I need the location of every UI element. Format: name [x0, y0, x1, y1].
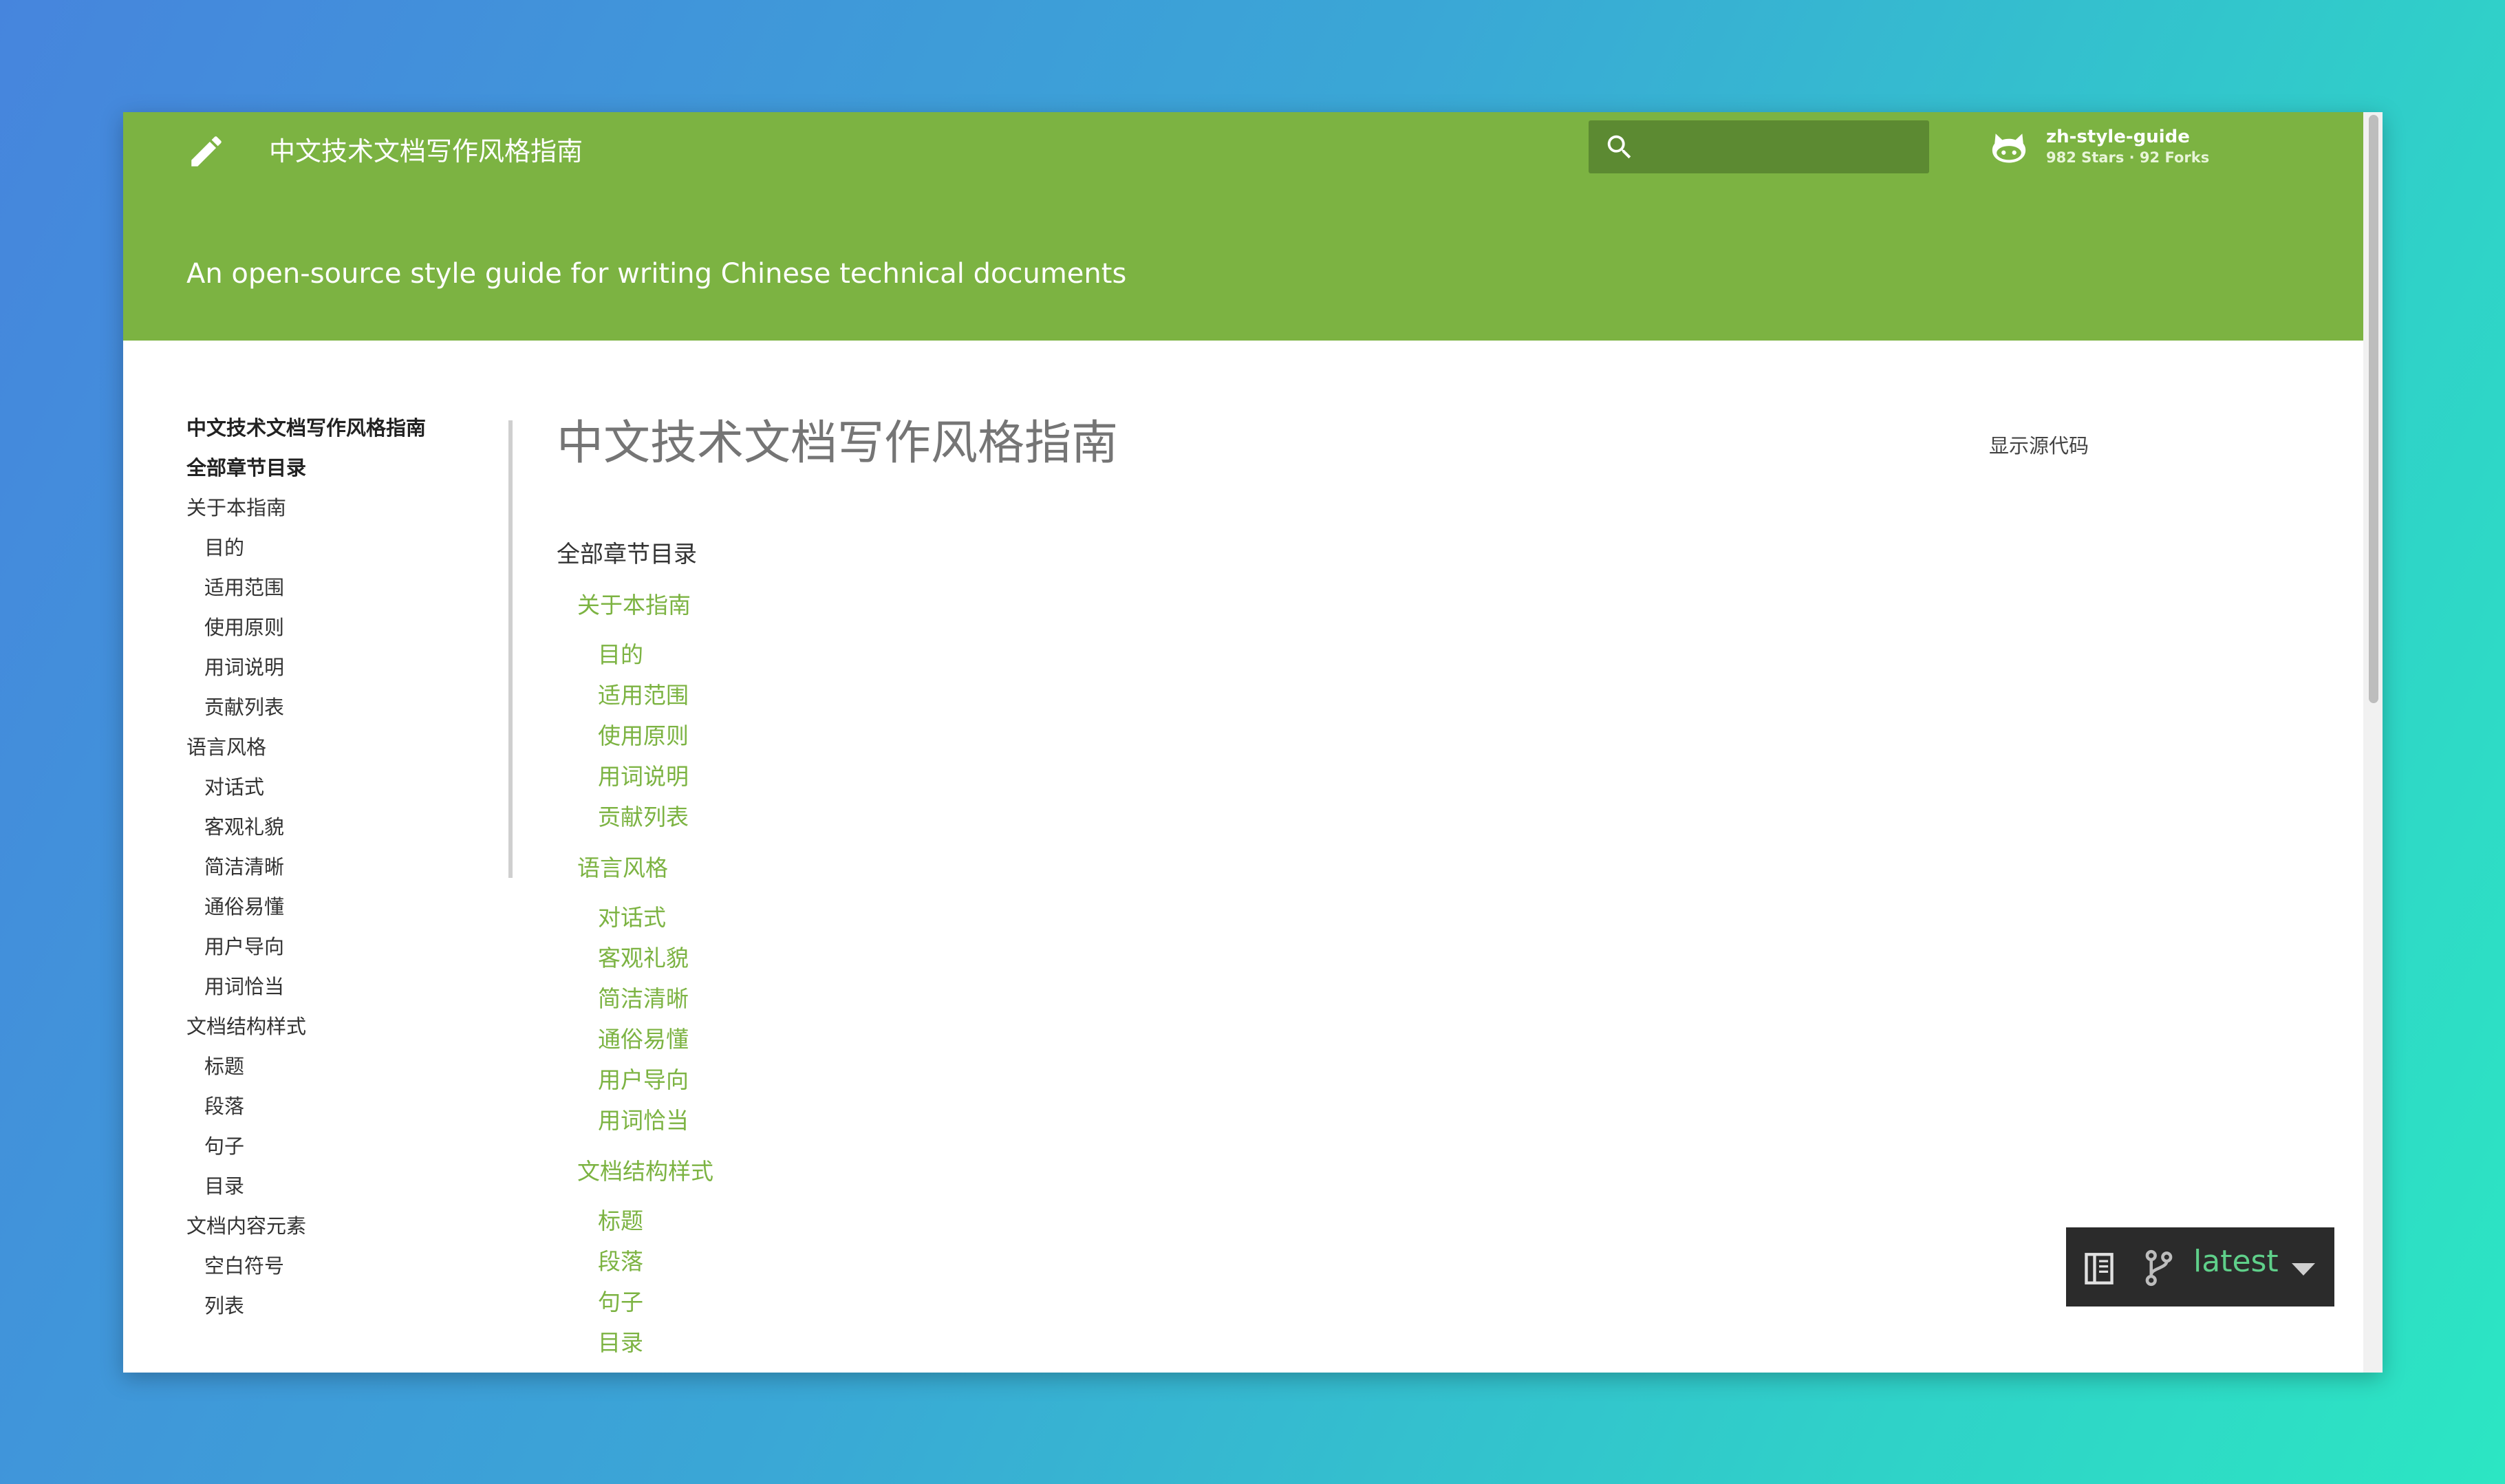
toc-subsection-link[interactable]: 用户导向 — [598, 1062, 689, 1095]
toc-subsection-link[interactable]: 标题 — [598, 1203, 643, 1236]
sidebar-item[interactable]: 目录 — [186, 1166, 455, 1206]
repo-stats[interactable]: 982 Stars · 92 Forks — [2046, 149, 2209, 166]
toc-subsection-link[interactable]: 用词恰当 — [598, 1102, 689, 1135]
caret-down-icon[interactable] — [2292, 1263, 2315, 1276]
sidebar-item[interactable]: 通俗易懂 — [186, 887, 455, 927]
book-icon — [2085, 1253, 2114, 1284]
sidebar-item[interactable]: 文档结构样式 — [186, 1007, 455, 1046]
sidebar-item[interactable]: 用词恰当 — [186, 967, 455, 1007]
toc-subsection-link[interactable]: 贡献列表 — [598, 799, 689, 832]
toc-subsection-link[interactable]: 对话式 — [598, 899, 666, 932]
search-input[interactable] — [1589, 120, 1929, 173]
toc-subsection-link[interactable]: 通俗易懂 — [598, 1021, 689, 1054]
sidebar-item[interactable]: 文档内容元素 — [186, 1206, 455, 1246]
toc-subsection-link[interactable]: 用词说明 — [598, 758, 689, 791]
sidebar-item[interactable]: 全部章节目录 — [186, 448, 455, 488]
toc-subsection-link[interactable]: 目的 — [598, 636, 643, 669]
toc-subsection-link[interactable]: 目录 — [598, 1324, 643, 1357]
toc-subsection-link[interactable]: 段落 — [598, 1243, 643, 1276]
github-icon[interactable] — [1989, 129, 2029, 169]
sidebar-item[interactable]: 句子 — [186, 1126, 455, 1166]
repo-name[interactable]: zh-style-guide — [2046, 127, 2190, 147]
sidebar-item[interactable]: 客观礼貌 — [186, 807, 455, 847]
toc-section-link[interactable]: 关于本指南 — [577, 587, 691, 620]
toc-heading: 全部章节目录 — [557, 541, 697, 568]
site-title[interactable]: 中文技术文档写作风格指南 — [269, 127, 583, 175]
sidebar-item[interactable]: 标题 — [186, 1046, 455, 1086]
browser-window: 中文技术文档写作风格指南 zh-style-guide 982 Stars · … — [123, 112, 2383, 1373]
toc-subsection-link[interactable]: 适用范围 — [598, 677, 689, 710]
sidebar-item[interactable]: 关于本指南 — [186, 488, 455, 528]
show-source-link[interactable]: 显示源代码 — [1989, 430, 2089, 459]
sidebar-item[interactable]: 用户导向 — [186, 927, 455, 967]
pencil-icon[interactable] — [186, 131, 226, 171]
sidebar-divider — [508, 420, 513, 878]
version-label[interactable]: latest — [2193, 1244, 2279, 1279]
sidebar-item[interactable]: 对话式 — [186, 767, 455, 807]
toc-subsection-link[interactable]: 客观礼貌 — [598, 940, 689, 973]
sidebar-item[interactable]: 中文技术文档写作风格指南 — [186, 408, 455, 448]
sidebar-item[interactable]: 段落 — [186, 1086, 455, 1126]
sidebar-nav: 中文技术文档写作风格指南 全部章节目录 关于本指南 目的 适用范围 使用原则 用词说明 贡献列… — [186, 408, 455, 1326]
sidebar-item[interactable]: 使用原则 — [186, 607, 455, 647]
toc-section-link[interactable]: 语言风格 — [577, 850, 668, 883]
sidebar-item[interactable]: 列表 — [186, 1286, 455, 1326]
sidebar-item[interactable]: 目的 — [186, 528, 455, 568]
git-branch-icon — [2145, 1249, 2173, 1287]
sidebar-item[interactable]: 适用范围 — [186, 568, 455, 607]
search-icon — [1607, 135, 1631, 159]
scrollbar-thumb[interactable] — [2369, 115, 2378, 703]
scrollbar[interactable] — [2363, 112, 2383, 1373]
toc-section-link[interactable]: 文档结构样式 — [577, 1153, 713, 1186]
version-panel[interactable]: latest — [2066, 1227, 2334, 1306]
sidebar-item[interactable]: 语言风格 — [186, 727, 455, 767]
sidebar-item[interactable]: 空白符号 — [186, 1246, 455, 1286]
sidebar-item[interactable]: 简洁清晰 — [186, 847, 455, 887]
site-tagline: An open-source style guide for writing C… — [186, 258, 1127, 290]
sidebar-item[interactable]: 贡献列表 — [186, 687, 455, 727]
site-header: 中文技术文档写作风格指南 zh-style-guide 982 Stars · … — [123, 112, 2363, 341]
toc-subsection-link[interactable]: 使用原则 — [598, 718, 689, 751]
toc-subsection-link[interactable]: 句子 — [598, 1284, 643, 1317]
page-title: 中文技术文档写作风格指南 — [557, 416, 1119, 471]
toc-subsection-link[interactable]: 简洁清晰 — [598, 980, 689, 1013]
sidebar-item[interactable]: 用词说明 — [186, 647, 455, 687]
